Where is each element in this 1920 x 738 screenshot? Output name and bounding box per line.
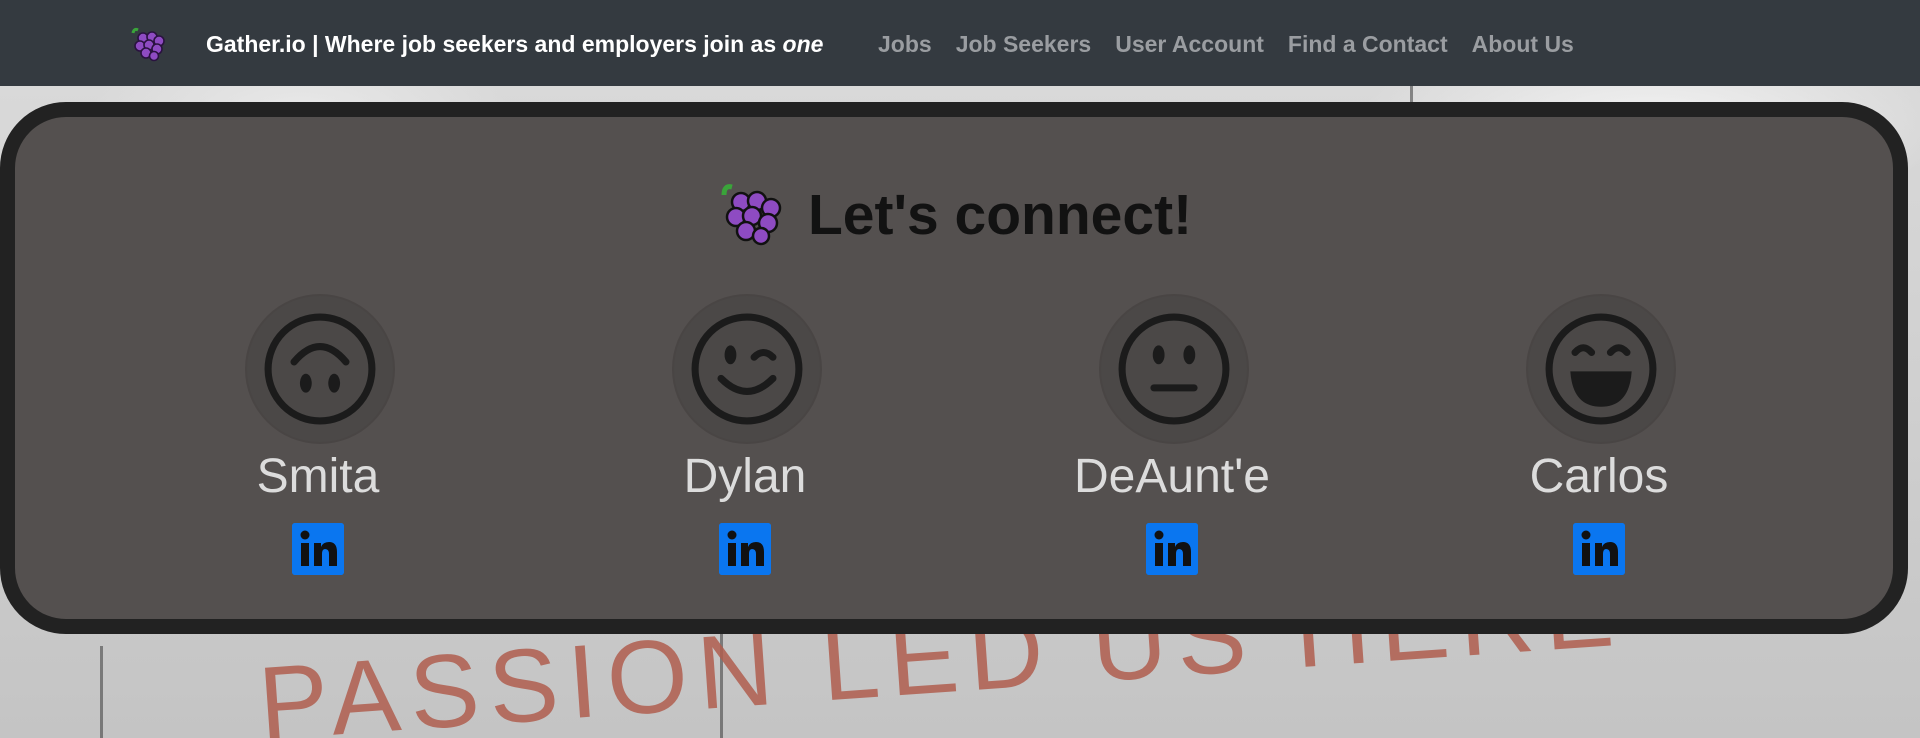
contact-name: Dylan bbox=[683, 450, 807, 503]
grapes-icon[interactable] bbox=[128, 24, 168, 64]
winking-face-icon bbox=[691, 313, 803, 425]
brand-emphasis: one bbox=[782, 31, 824, 57]
neutral-face-icon bbox=[1118, 313, 1230, 425]
top-navbar: Gather.io | Where job seekers and employ… bbox=[0, 0, 1920, 86]
nav-link-jobs[interactable]: Jobs bbox=[878, 31, 932, 58]
contact-item: Smita bbox=[168, 117, 468, 619]
avatar bbox=[1526, 294, 1676, 444]
avatar bbox=[672, 294, 822, 444]
brand-link[interactable]: Gather.io | Where job seekers and employ… bbox=[206, 31, 823, 58]
grinning-face-icon bbox=[1545, 313, 1657, 425]
contact-name: Carlos bbox=[1529, 450, 1669, 503]
avatar bbox=[245, 294, 395, 444]
linkedin-icon[interactable] bbox=[719, 523, 771, 575]
contact-name: DeAunt'e bbox=[1074, 450, 1270, 503]
brand-text: Gather.io | Where job seekers and employ… bbox=[206, 31, 783, 57]
nav-link-find-a-contact[interactable]: Find a Contact bbox=[1288, 31, 1448, 58]
upside-down-face-icon bbox=[264, 313, 376, 425]
contacts-list: Smita Dylan DeAunt'e Carlos bbox=[15, 117, 1893, 619]
nav-links: Jobs Job Seekers User Account Find a Con… bbox=[878, 31, 1574, 58]
avatar bbox=[1099, 294, 1249, 444]
contact-name: Smita bbox=[256, 450, 380, 503]
nav-link-about-us[interactable]: About Us bbox=[1472, 31, 1574, 58]
contact-item: Dylan bbox=[595, 117, 895, 619]
contact-card: Let's connect! Smita Dylan DeAunt'e Carl… bbox=[0, 102, 1908, 634]
linkedin-icon[interactable] bbox=[1146, 523, 1198, 575]
linkedin-icon[interactable] bbox=[292, 523, 344, 575]
contact-item: Carlos bbox=[1449, 117, 1749, 619]
contact-item: DeAunt'e bbox=[1022, 117, 1322, 619]
nav-link-job-seekers[interactable]: Job Seekers bbox=[956, 31, 1092, 58]
linkedin-icon[interactable] bbox=[1573, 523, 1625, 575]
nav-link-user-account[interactable]: User Account bbox=[1115, 31, 1264, 58]
background-line bbox=[100, 646, 103, 738]
